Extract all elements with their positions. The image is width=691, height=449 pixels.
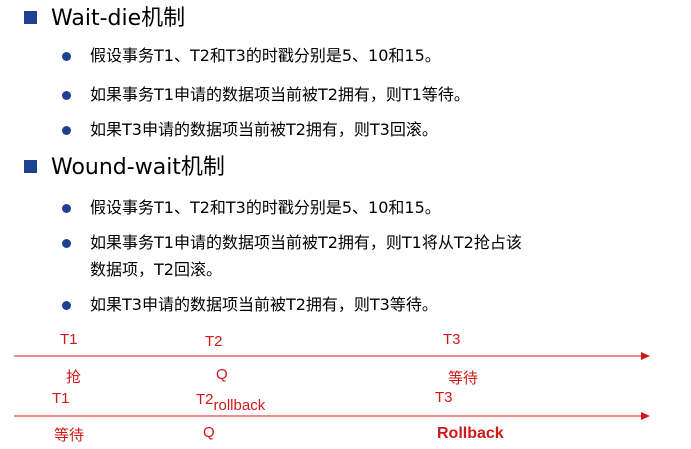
timeline2-under-t1: 等待 [54,427,85,444]
timeline1-t3-label: T3 [443,331,461,348]
timeline2-t2-rollback: rollback [213,397,266,414]
timeline-1-arrow [14,352,650,360]
timeline2-t2-text: T2 [196,391,214,408]
timeline1-t2-label: T2 [205,333,223,350]
timeline2-under-t3: Rollback [437,425,504,442]
timeline1-t1-label: T1 [60,331,78,348]
timeline-arrows [14,352,650,420]
timeline-2-arrow [14,412,650,420]
timeline2-under-t2: Q [203,424,215,441]
timeline2-t3-label: T3 [435,389,453,406]
timeline1-under-t2: Q [216,366,228,383]
timeline2-t2-label: T2rollback [196,391,265,414]
timeline2-t1-label: T1 [52,390,70,407]
timeline1-under-t1: 抢 [66,369,82,386]
timeline1-under-t3: 等待 [448,370,479,387]
